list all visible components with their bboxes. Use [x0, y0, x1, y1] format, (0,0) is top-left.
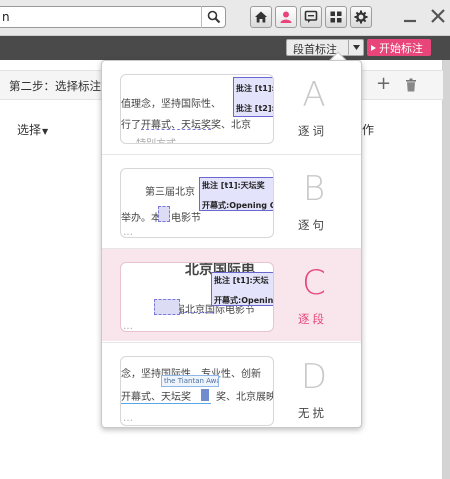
- preview-note: 批注 [t1]:天坛 开幕式:Opening: [211, 272, 273, 306]
- mode-letter: D: [300, 357, 328, 397]
- grid-button[interactable]: [325, 6, 347, 28]
- preview-highlight: [141, 116, 211, 130]
- annotation-mode-select[interactable]: 段首标注: [286, 39, 364, 56]
- annotation-toolbar: 段首标注 开始标注: [0, 36, 450, 60]
- add-icon[interactable]: +: [376, 73, 391, 94]
- preview-text-line: 开幕式、天坛奖: [121, 392, 191, 403]
- start-annotation-button[interactable]: 开始标注: [367, 39, 431, 56]
- preview-note: 批注 [t1]: 批注 [t2]:: [233, 77, 273, 117]
- mode-preview-a: 值理念，坚持国际性、 行了开幕式、天坛奖奖、北京 … 特别方式 … 批注 [t1…: [120, 74, 274, 144]
- mode-option-d[interactable]: 念，坚持国际性、专业性、创新 开幕式、天坛奖 奖、北京展映 … the Tian…: [102, 343, 361, 435]
- mode-option-a[interactable]: 值理念，坚持国际性、 行了开幕式、天坛奖奖、北京 … 特别方式 … 批注 [t1…: [102, 61, 361, 153]
- annotation-mode-popup: 值理念，坚持国际性、 行了开幕式、天坛奖奖、北京 … 特别方式 … 批注 [t1…: [101, 60, 362, 428]
- top-toolbar: [0, 0, 450, 36]
- step-title: 第二步：选择标注: [9, 79, 101, 93]
- mode-letter: B: [302, 169, 326, 209]
- preview-text-line: 奖、北京展映: [216, 392, 274, 403]
- comment-button[interactable]: [300, 6, 322, 28]
- close-icon[interactable]: [429, 6, 447, 26]
- user-icon: [280, 11, 292, 23]
- home-icon: [255, 11, 267, 23]
- search-icon: [207, 10, 220, 24]
- preview-cursor-icon: [201, 389, 209, 401]
- select-dropdown[interactable]: 选择▼: [17, 121, 48, 138]
- search-box: [0, 6, 226, 28]
- select-label: 选择: [17, 123, 42, 137]
- mode-preview-c: 北京国际电 第三届北京国际电影节 … 批注 [t1]:天坛 开幕式:Opening: [120, 262, 274, 332]
- comment-icon: [304, 10, 318, 23]
- mode-label: 逐句: [298, 218, 327, 232]
- preview-highlight: [158, 206, 170, 222]
- annotation-mode-label: 段首标注: [293, 43, 337, 56]
- mode-letter: A: [302, 75, 326, 115]
- search-input[interactable]: [0, 7, 200, 27]
- preview-connector: [179, 312, 213, 313]
- caret-down-icon: ▼: [42, 127, 49, 136]
- mode-option-b[interactable]: 第三届北京 举办。本届电影节 … 批注 [t1]:天坛奖开幕式:Opening …: [102, 155, 361, 247]
- home-button[interactable]: [250, 6, 272, 28]
- minimize-icon[interactable]: [402, 7, 418, 25]
- scrollbar-track[interactable]: [443, 60, 450, 479]
- mode-label: 无扰: [298, 406, 327, 420]
- user-button[interactable]: [275, 6, 297, 28]
- mode-label: 逐词: [298, 124, 327, 138]
- trash-icon[interactable]: [405, 78, 417, 92]
- preview-tooltip: the Tiantan Award: [161, 375, 219, 387]
- start-annotation-label: 开始标注: [379, 41, 423, 55]
- search-button[interactable]: [201, 6, 225, 28]
- preview-underline: [121, 403, 211, 404]
- mode-preview-b: 第三届北京 举办。本届电影节 … 批注 [t1]:天坛奖开幕式:Opening …: [120, 168, 274, 238]
- mode-option-c[interactable]: 北京国际电 第三届北京国际电影节 … 批注 [t1]:天坛 开幕式:Opening…: [102, 249, 361, 341]
- grid-icon: [330, 11, 342, 23]
- preview-text-line: …: [123, 321, 133, 332]
- preview-text-line: …: [123, 413, 133, 424]
- preview-text-line: 第三届北京: [145, 187, 195, 198]
- preview-text-line: … 特别方式 …: [123, 135, 189, 143]
- settings-button[interactable]: [350, 6, 372, 28]
- mode-letter: C: [302, 263, 326, 303]
- preview-text-line: 值理念，坚持国际性、: [121, 99, 221, 110]
- preview-text-line: …: [123, 227, 133, 238]
- preview-note: 批注 [t1]:天坛奖 开幕式:Opening Ce: [199, 177, 273, 211]
- mode-label: 逐段: [298, 312, 327, 326]
- mode-preview-d: 念，坚持国际性、专业性、创新 开幕式、天坛奖 奖、北京展映 … the Tian…: [120, 356, 274, 426]
- column-label: 作: [362, 123, 375, 137]
- play-icon: [371, 44, 376, 51]
- gear-icon: [354, 10, 368, 24]
- chevron-down-icon: [348, 40, 363, 55]
- preview-highlight: [154, 299, 180, 315]
